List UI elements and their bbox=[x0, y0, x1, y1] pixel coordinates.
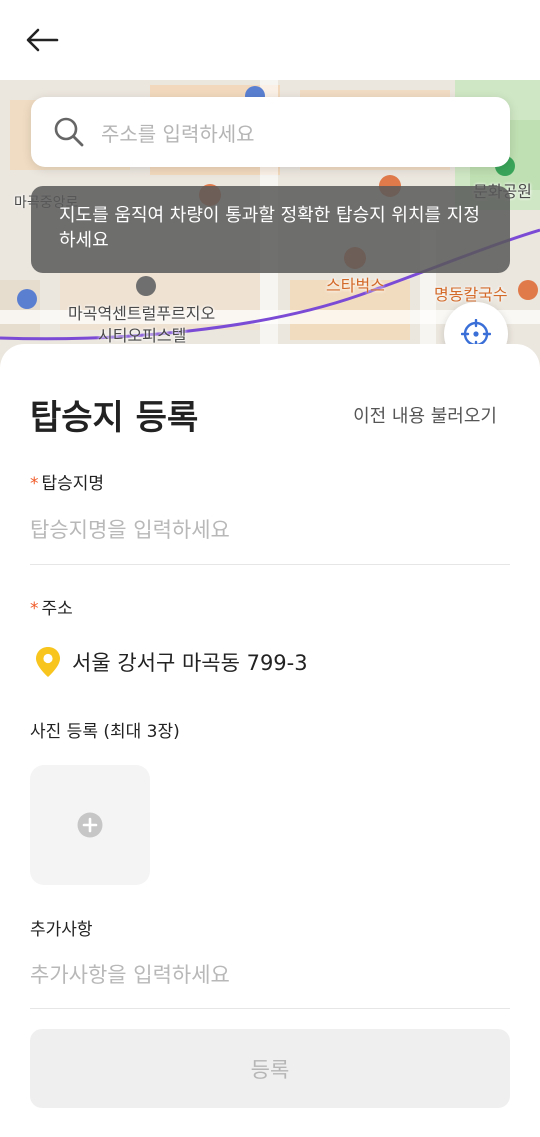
submit-button[interactable]: 등록 bbox=[30, 1029, 510, 1108]
back-button[interactable] bbox=[22, 22, 62, 58]
page-title: 탑승지 등록 bbox=[30, 398, 199, 438]
pickup-name-label-text: 탑승지명 bbox=[41, 474, 105, 494]
pickup-register-sheet: 탑승지 등록 이전 내용 불러오기 * 탑승지명 탑승지명을 입력하세요 * 주소 … bbox=[0, 344, 540, 1137]
required-mark: * bbox=[30, 599, 39, 619]
address-value: 서울 강서구 마곡동 799-3 bbox=[72, 651, 308, 675]
search-placeholder: 주소를 입력하세요 bbox=[101, 121, 255, 146]
address-display[interactable]: 서울 강서구 마곡동 799-3 bbox=[35, 646, 308, 678]
toast-message: 지도를 움직여 차량이 통과할 정확한 탑승지 위치를 지정하세요 bbox=[59, 205, 480, 251]
search-icon bbox=[54, 117, 84, 147]
pickup-name-label: * 탑승지명 bbox=[30, 469, 104, 494]
top-bar bbox=[0, 0, 540, 80]
add-photo-button[interactable] bbox=[30, 765, 150, 885]
required-mark: * bbox=[30, 474, 39, 494]
map-label-centre-line2: 시티오피스텔 bbox=[98, 326, 187, 345]
plus-circle-icon bbox=[77, 812, 103, 838]
address-label-text: 주소 bbox=[41, 599, 73, 619]
extra-label: 추가사항 bbox=[30, 920, 93, 940]
extra-input[interactable]: 추가사항을 입력하세요 bbox=[30, 959, 510, 989]
address-label: * 주소 bbox=[30, 594, 73, 619]
photo-label: 사진 등록 (최대 3장) bbox=[30, 722, 180, 742]
load-previous-button[interactable]: 이전 내용 불러오기 bbox=[353, 402, 497, 428]
divider bbox=[30, 1008, 510, 1009]
map-pin-icon bbox=[36, 647, 60, 677]
map-guide-toast: 지도를 움직여 차량이 통과할 정확한 탑승지 위치를 지정하세요 bbox=[31, 186, 510, 273]
address-search-input[interactable]: 주소를 입력하세요 bbox=[31, 97, 510, 167]
arrow-left-icon bbox=[26, 28, 59, 52]
map-label-starbucks: 스타벅스 bbox=[326, 276, 385, 295]
map-label-centre-line1: 마곡역센트럴푸르지오 bbox=[68, 304, 216, 323]
divider bbox=[30, 564, 510, 565]
pickup-name-input[interactable]: 탑승지명을 입력하세요 bbox=[30, 514, 510, 544]
